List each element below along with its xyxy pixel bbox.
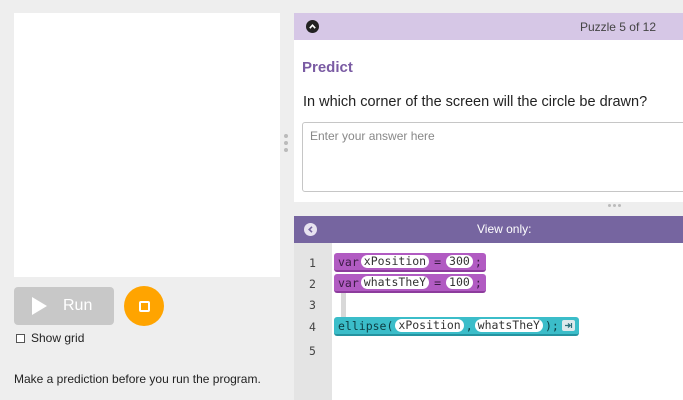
visualization-canvas (14, 13, 280, 277)
argument-separator: , (465, 318, 473, 333)
block-connector (341, 290, 346, 318)
line-number: 3 (309, 298, 316, 312)
line-number: 5 (309, 344, 316, 358)
show-grid-toggle[interactable]: Show grid (16, 331, 84, 345)
handle-dot (608, 204, 611, 207)
line-number-gutter: 1 2 3 4 5 (294, 243, 332, 400)
line-number: 2 (309, 277, 316, 291)
workspace-header: View only: (294, 216, 683, 243)
handle-dot (284, 141, 288, 145)
function-name: ellipse (338, 318, 387, 333)
code-block-var-whatsthey[interactable]: var whatsTheY = 100 ; (334, 274, 486, 293)
assign-operator: = (434, 254, 442, 269)
handle-dot (613, 204, 616, 207)
argument-field-x[interactable]: xPosition (395, 319, 464, 332)
handle-dot (284, 148, 288, 152)
prediction-prompt: Make a prediction before you run the pro… (14, 372, 261, 386)
instructions-title: Predict (302, 59, 353, 76)
open-paren: ( (386, 318, 394, 333)
var-keyword: var (338, 275, 359, 290)
variable-name-field[interactable]: whatsTheY (360, 276, 430, 289)
instructions-header: Puzzle 5 of 12 (294, 13, 683, 40)
variable-name-field[interactable]: xPosition (360, 255, 430, 268)
instructions-question: In which corner of the screen will the c… (303, 94, 648, 110)
resize-handle[interactable] (284, 134, 288, 152)
handle-dot (618, 204, 621, 207)
argument-field-y[interactable]: whatsTheY (474, 319, 543, 332)
value-field[interactable]: 100 (446, 276, 473, 289)
semicolon: ; (474, 254, 482, 269)
view-only-label: View only: (477, 222, 532, 236)
handle-dot (284, 134, 288, 138)
instructions-body: Predict In which corner of the screen wi… (294, 40, 683, 202)
run-button-label: Run (63, 297, 93, 314)
show-grid-checkbox[interactable] (16, 333, 25, 343)
chevron-up-icon[interactable] (306, 20, 319, 33)
var-keyword: var (338, 254, 359, 269)
chevron-left-icon[interactable] (304, 223, 317, 236)
stop-button[interactable] (124, 286, 164, 326)
run-button[interactable]: Run (14, 287, 114, 325)
instructions-resize-handle[interactable] (608, 204, 621, 207)
value-field[interactable]: 300 (446, 255, 473, 268)
assign-operator: = (434, 275, 442, 290)
show-grid-label: Show grid (31, 331, 85, 345)
play-icon (32, 297, 47, 315)
close-paren: ); (544, 318, 559, 333)
semicolon: ; (474, 275, 482, 290)
puzzle-progress: Puzzle 5 of 12 (579, 20, 656, 34)
line-number: 4 (309, 320, 316, 334)
code-block-ellipse[interactable]: ellipse ( xPosition , whatsTheY ); (334, 317, 579, 336)
code-block-var-xposition[interactable]: var xPosition = 300 ; (334, 253, 486, 272)
arrow-collapse-icon[interactable] (561, 320, 575, 331)
stop-icon (138, 300, 150, 312)
line-number: 1 (309, 256, 316, 270)
answer-input[interactable] (302, 122, 683, 192)
